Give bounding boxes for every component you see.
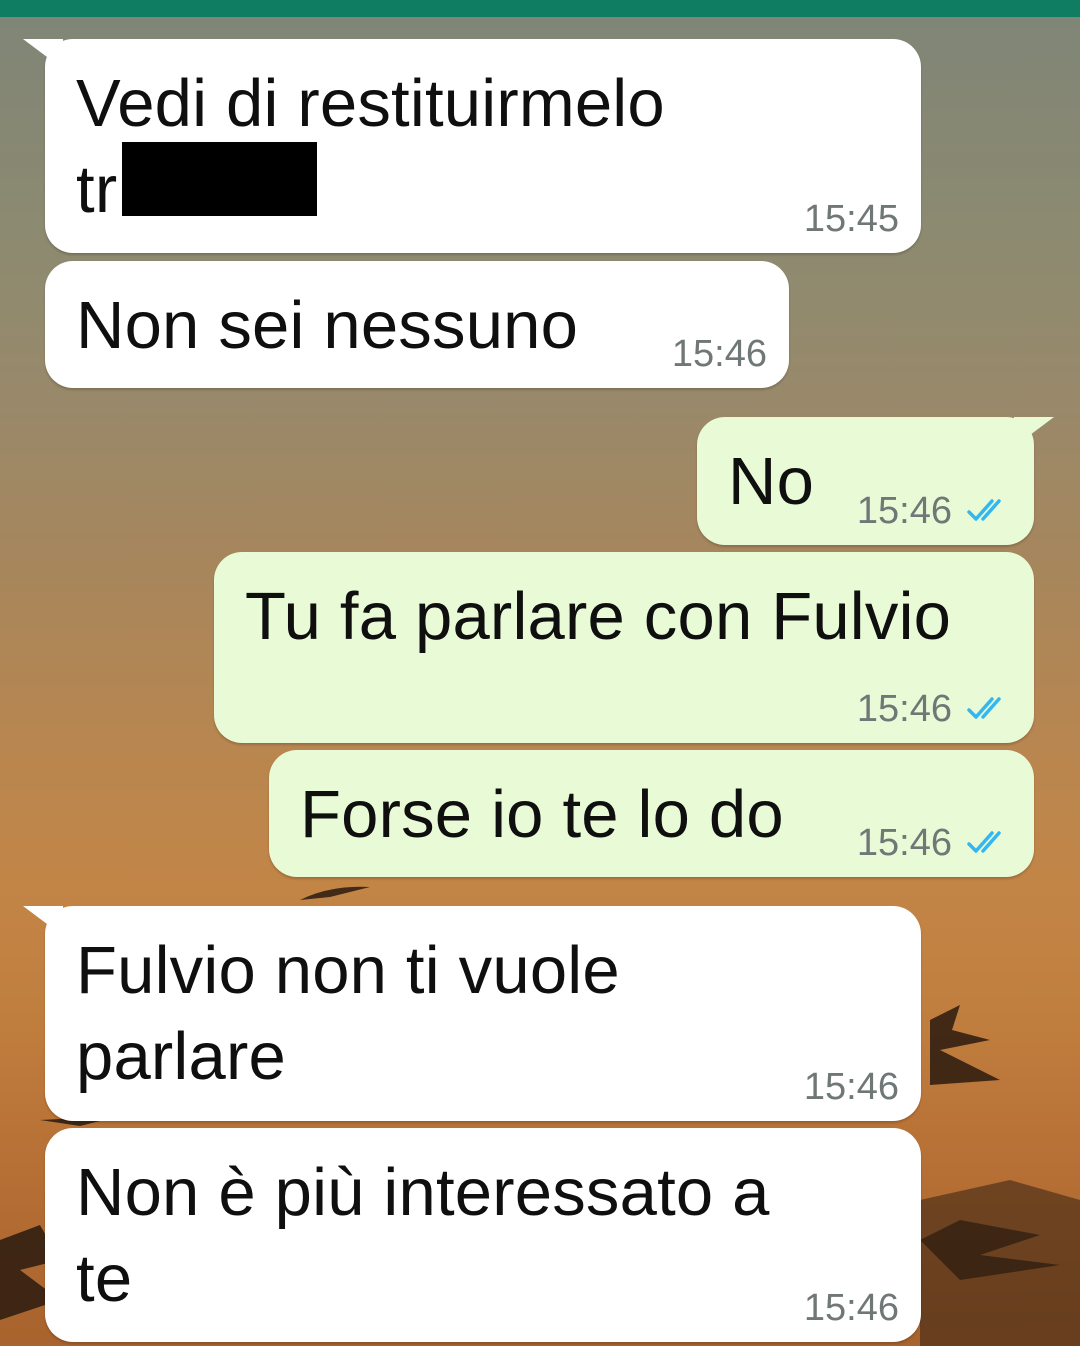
message-bubble-outgoing[interactable]: Forse io te lo do 15:46 bbox=[269, 750, 1034, 877]
message-timestamp: 15:46 bbox=[671, 333, 767, 375]
double-check-icon bbox=[967, 499, 1001, 521]
bubble-tail bbox=[23, 906, 63, 936]
message-timestamp: 15:46 bbox=[856, 688, 952, 730]
message-timestamp: 15:46 bbox=[803, 1066, 899, 1108]
bubble-tail bbox=[23, 39, 63, 69]
message-bubble-incoming[interactable]: Fulvio non ti vuole parlare 15:46 bbox=[23, 906, 921, 1121]
redaction-block bbox=[122, 142, 317, 216]
message-text: Non è più interessato a te bbox=[76, 1155, 770, 1316]
message-bubble-outgoing[interactable]: Tu fa parlare con Fulvio 15:46 bbox=[214, 552, 1034, 743]
message-timestamp: 15:46 bbox=[856, 822, 952, 864]
message-text: Fulvio non ti vuole parlare bbox=[76, 933, 620, 1094]
message-text: No bbox=[728, 444, 815, 519]
message-bubble-incoming[interactable]: Vedi di restituirmelo tr 15:45 bbox=[23, 39, 921, 253]
double-check-icon bbox=[967, 831, 1001, 853]
message-text: Non sei nessuno bbox=[76, 288, 579, 363]
message-timestamp: 15:45 bbox=[803, 198, 899, 240]
bubble-tail bbox=[1014, 417, 1054, 447]
message-bubble-incoming[interactable]: Non è più interessato a te 15:46 bbox=[45, 1128, 921, 1342]
message-timestamp: 15:46 bbox=[803, 1287, 899, 1329]
message-timestamp: 15:46 bbox=[856, 490, 952, 532]
message-bubble-incoming[interactable]: Non sei nessuno 15:46 bbox=[45, 261, 789, 388]
message-text: Forse io te lo do bbox=[300, 777, 784, 852]
double-check-icon bbox=[967, 697, 1001, 719]
message-text: Tu fa parlare con Fulvio bbox=[245, 579, 952, 654]
message-bubble-outgoing[interactable]: No 15:46 bbox=[697, 417, 1054, 545]
